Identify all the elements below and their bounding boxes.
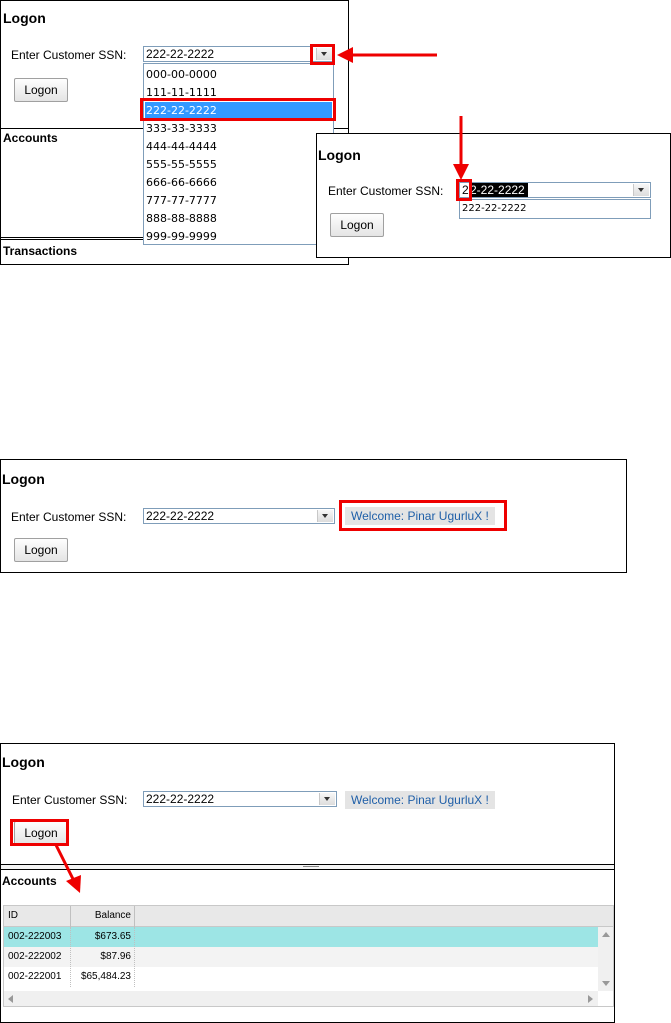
row-balance: $65,484.23: [80, 971, 131, 982]
logon-title: Logon: [2, 754, 45, 770]
logon-panel-autocomplete: Logon Enter Customer SSN: 2 2-22-2222 22…: [316, 133, 671, 258]
row-balance: $673.65: [94, 931, 131, 942]
ssn-combobox-value: 222-22-2222: [146, 47, 215, 61]
logon-panel-welcome: Logon Enter Customer SSN: 222-22-2222 We…: [0, 459, 627, 573]
ssn-option[interactable]: 333-33-3333: [146, 120, 217, 138]
row-id: 002-222003: [8, 931, 62, 942]
ssn-option[interactable]: 000-00-0000: [146, 66, 217, 84]
accounts-title: Accounts: [3, 131, 58, 145]
annotation-box-logon-button: [10, 819, 69, 846]
ssn-label: Enter Customer SSN:: [11, 510, 127, 524]
scroll-down-icon[interactable]: [602, 981, 610, 986]
welcome-message: Welcome: Pinar UgurluX !: [345, 791, 495, 809]
annotation-box-welcome: [339, 500, 507, 531]
column-divider: [70, 927, 71, 987]
ssn-combobox[interactable]: 222-22-2222: [143, 46, 334, 62]
column-divider[interactable]: [134, 906, 135, 927]
column-header-balance[interactable]: Balance: [71, 906, 131, 926]
logon-button[interactable]: Logon: [330, 213, 384, 237]
annotation-box-selected-option: [140, 98, 336, 121]
accounts-splitter[interactable]: [1, 864, 614, 870]
annotation-arrow-diagonal: [54, 844, 81, 893]
annotation-arrow-left: [337, 47, 437, 63]
ssn-option[interactable]: 999-99-9999: [146, 228, 217, 246]
ssn-combobox[interactable]: 2 2-22-2222: [459, 182, 651, 198]
logon-title: Logon: [2, 471, 45, 487]
ssn-combobox[interactable]: 222-22-2222: [143, 791, 337, 807]
autocomplete-selection: 2-22-2222: [470, 183, 528, 197]
ssn-option[interactable]: 666-66-6666: [146, 174, 217, 192]
annotation-arrow-down: [453, 116, 469, 180]
autocomplete-list[interactable]: 222-22-2222: [459, 199, 651, 219]
scroll-left-icon[interactable]: [8, 995, 13, 1003]
logon-button[interactable]: Logon: [14, 538, 68, 562]
logon-button[interactable]: Logon: [14, 78, 68, 102]
accounts-grid[interactable]: ID Balance 002-222003 $673.65 002-222002…: [3, 905, 614, 1007]
accounts-title: Accounts: [2, 874, 57, 888]
ssn-combobox[interactable]: 222-22-2222: [143, 508, 335, 524]
ssn-option[interactable]: 777-77-7777: [146, 192, 217, 210]
splitter-grip[interactable]: [303, 866, 319, 867]
annotation-box-dropdown-arrow: [310, 44, 335, 65]
chevron-down-icon[interactable]: [633, 184, 649, 196]
row-balance: $87.96: [100, 951, 131, 962]
scroll-right-icon[interactable]: [588, 995, 593, 1003]
ssn-option[interactable]: 555-55-5555: [146, 156, 217, 174]
ssn-label: Enter Customer SSN:: [12, 793, 128, 807]
logon-panel-accounts: Logon Enter Customer SSN: 222-22-2222 We…: [0, 743, 615, 1023]
annotation-box-typed-char: [456, 179, 472, 201]
ssn-dropdown-list[interactable]: 000-00-0000 111-11-1111 222-22-2222 333-…: [143, 63, 334, 245]
chevron-down-icon[interactable]: [319, 793, 335, 805]
scroll-up-icon[interactable]: [602, 932, 610, 937]
logon-title: Logon: [3, 10, 46, 26]
chevron-down-icon[interactable]: [317, 510, 333, 522]
column-divider: [134, 927, 135, 987]
ssn-label: Enter Customer SSN:: [328, 184, 444, 198]
vertical-scrollbar[interactable]: [598, 927, 613, 991]
autocomplete-suggestion[interactable]: 222-22-2222: [462, 200, 526, 218]
transactions-title: Transactions: [3, 244, 78, 258]
logon-panel-dropdown-open: Logon Enter Customer SSN: 222-22-2222 Lo…: [0, 0, 349, 265]
ssn-option[interactable]: 888-88-8888: [146, 210, 217, 228]
row-id: 002-222001: [8, 971, 62, 982]
logon-title: Logon: [318, 147, 361, 163]
row-id: 002-222002: [8, 951, 62, 962]
ssn-combobox-value: 222-22-2222: [146, 792, 215, 806]
horizontal-scrollbar[interactable]: [4, 991, 598, 1006]
ssn-option[interactable]: 444-44-4444: [146, 138, 217, 156]
ssn-label: Enter Customer SSN:: [11, 48, 127, 62]
column-header-id[interactable]: ID: [8, 906, 18, 926]
ssn-combobox-value: 222-22-2222: [146, 509, 215, 523]
